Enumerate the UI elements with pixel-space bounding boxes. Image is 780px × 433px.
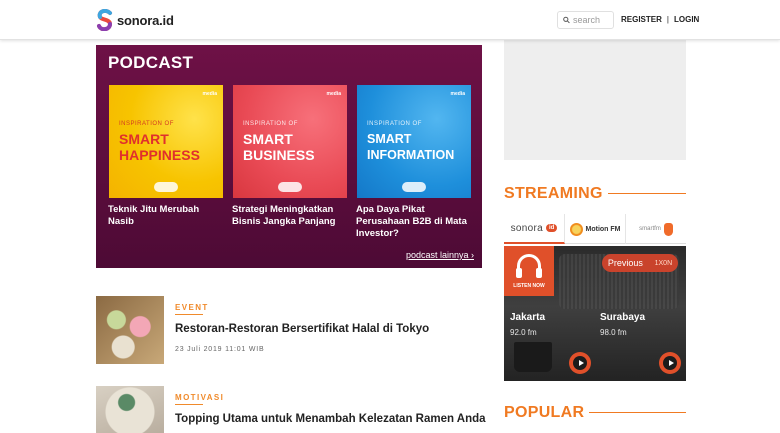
listen-now-panel: LISTEN NOW xyxy=(504,246,554,296)
podcast-more-link[interactable]: podcast lainnya › xyxy=(406,250,474,260)
auth-links: REGISTER | LOGIN xyxy=(621,15,699,24)
search-input[interactable] xyxy=(573,15,613,25)
podcast-caption[interactable]: Teknik Jitu Merubah Nasib xyxy=(108,204,224,228)
podcast-card[interactable]: media INSPIRATION OF SMART HAPPINESS xyxy=(109,85,223,198)
streaming-divider xyxy=(608,193,686,194)
media-brand: media xyxy=(326,91,341,97)
card-footer-logo xyxy=(154,182,178,192)
article-headline[interactable]: Restoran-Restoran Bersertifikat Halal di… xyxy=(175,323,495,335)
article-category[interactable]: MOTIVASI xyxy=(175,393,224,402)
podcast-section: PODCAST media INSPIRATION OF SMART HAPPIN… xyxy=(96,45,482,268)
smartfm-icon xyxy=(663,222,673,236)
card-title: SMART BUSINESS xyxy=(243,131,315,163)
motion-fm-icon xyxy=(569,222,583,236)
top-header: sonora.id REGISTER | LOGIN xyxy=(0,0,780,40)
play-button[interactable] xyxy=(569,352,591,374)
mug-decoration xyxy=(514,342,552,372)
search-box[interactable] xyxy=(557,11,614,29)
card-subtitle: INSPIRATION OF xyxy=(243,121,298,127)
tab-motion-fm[interactable]: Motion FM xyxy=(565,214,626,244)
logo-text: sonora.id xyxy=(117,12,174,28)
play-button[interactable] xyxy=(659,352,681,374)
logo-icon xyxy=(97,9,113,31)
listen-now-label: LISTEN NOW xyxy=(513,283,545,289)
play-icon xyxy=(668,360,674,366)
article-category[interactable]: EVENT xyxy=(175,303,209,312)
article-headline[interactable]: Topping Utama untuk Menambah Kelezatan R… xyxy=(175,413,495,425)
card-footer-logo xyxy=(402,182,426,192)
popular-title: POPULAR xyxy=(504,404,585,421)
previous-button[interactable]: Previous 1X0N xyxy=(602,254,678,272)
category-underline xyxy=(175,314,203,315)
media-brand: media xyxy=(450,91,465,97)
podcast-card[interactable]: media INSPIRATION OF SMART INFORMATION xyxy=(357,85,471,198)
article-thumbnail[interactable] xyxy=(96,296,164,364)
login-link[interactable]: LOGIN xyxy=(674,15,699,24)
card-subtitle: INSPIRATION OF xyxy=(367,121,422,127)
station-tabs: sonora id Motion FM smartfm xyxy=(504,214,686,244)
card-title: SMART HAPPINESS xyxy=(119,131,200,163)
station-frequency: 98.0 fm xyxy=(600,328,627,337)
register-link[interactable]: REGISTER xyxy=(621,15,662,24)
card-footer-logo xyxy=(278,182,302,192)
card-subtitle: INSPIRATION OF xyxy=(119,121,174,127)
site-logo[interactable]: sonora.id xyxy=(96,9,174,31)
tab-sonora[interactable]: sonora id xyxy=(504,214,565,244)
media-brand: media xyxy=(202,91,217,97)
station-frequency: 92.0 fm xyxy=(510,328,537,337)
popular-divider xyxy=(589,412,686,413)
podcast-caption[interactable]: Apa Daya Pikat Perusahaan B2B di Mata In… xyxy=(356,204,472,240)
podcast-caption[interactable]: Strategi Meningkatkan Bisnis Jangka Panj… xyxy=(232,204,348,228)
play-icon xyxy=(578,360,584,366)
article-thumbnail[interactable] xyxy=(96,386,164,433)
radio-player: LISTEN NOW Previous 1X0N Jakarta 92.0 fm… xyxy=(504,246,686,381)
station-city: Jakarta xyxy=(510,312,546,323)
podcast-title: PODCAST xyxy=(108,53,194,72)
podcast-card[interactable]: media INSPIRATION OF SMART BUSINESS xyxy=(233,85,347,198)
streaming-title: STREAMING xyxy=(504,185,603,202)
ad-placeholder xyxy=(504,40,686,160)
station-city: Surabaya xyxy=(600,312,646,323)
card-title: SMART INFORMATION xyxy=(367,132,455,162)
search-icon xyxy=(563,16,570,24)
article-date: 23 Juli 2019 11:01 WIB xyxy=(175,346,265,353)
tab-smartfm[interactable]: smartfm xyxy=(626,214,686,244)
category-underline xyxy=(175,404,203,405)
auth-separator: | xyxy=(666,15,669,24)
